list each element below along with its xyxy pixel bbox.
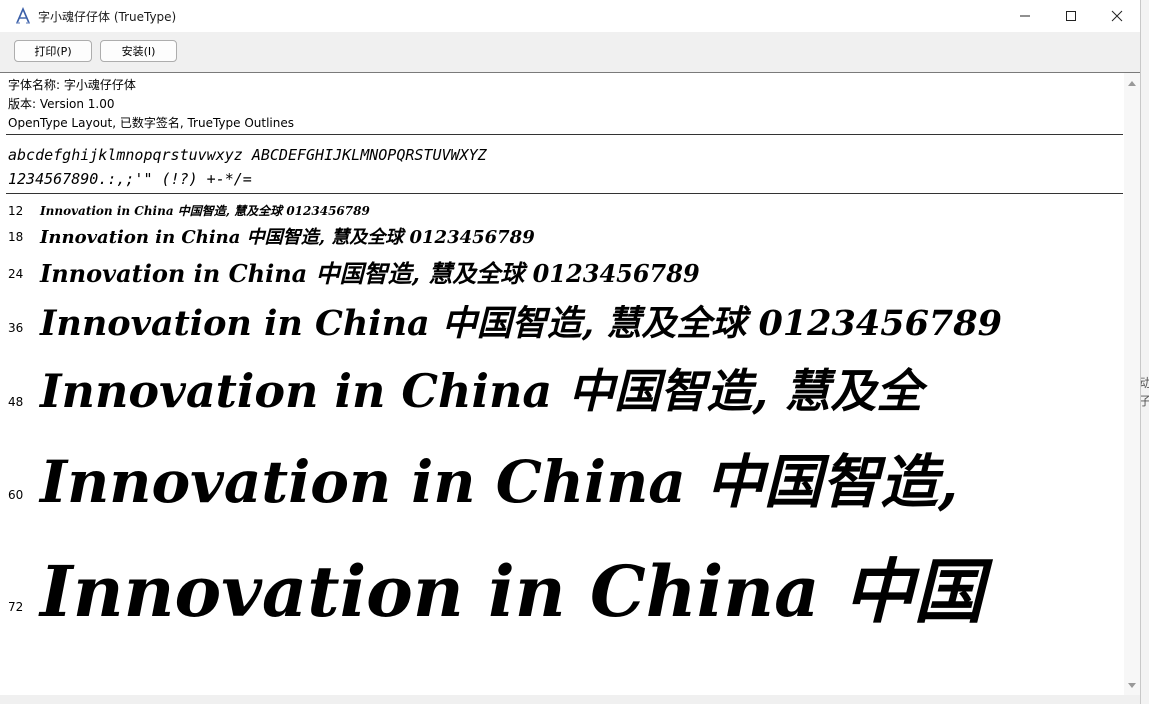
background-window-text: 动 — [1141, 376, 1149, 390]
window-bottom-edge — [0, 695, 1140, 704]
print-button[interactable]: 打印(P) — [14, 40, 92, 62]
divider — [6, 134, 1123, 135]
vertical-scrollbar[interactable] — [1124, 73, 1140, 695]
sample-text: Innovation in China 中国智造, 慧及全球 012345678… — [40, 259, 700, 288]
divider — [6, 193, 1123, 194]
sample-size-label: 72 — [8, 600, 24, 614]
font-preview-area: 字体名称: 字小魂仔仔体 版本: Version 1.00 OpenType L… — [0, 73, 1124, 695]
sample-size-label: 24 — [8, 267, 24, 281]
sample-size-label: 18 — [8, 230, 24, 244]
font-version-line: 版本: Version 1.00 — [8, 97, 115, 111]
title-bar[interactable]: 字小魂仔仔体 (TrueType) — [0, 0, 1140, 32]
sample-row: 12 Innovation in China 中国智造, 慧及全球 012345… — [0, 202, 1124, 220]
sample-text: Innovation in China 中国智造, 慧及全球 012345678… — [40, 303, 1002, 344]
scroll-up-arrow-icon[interactable] — [1128, 81, 1136, 86]
toolbar: 打印(P) 安装(I) — [0, 32, 1140, 73]
sample-text: Innovation in China 中国 — [40, 550, 984, 633]
minimize-button[interactable] — [1002, 0, 1048, 32]
maximize-icon — [1065, 7, 1077, 26]
close-icon — [1111, 7, 1123, 26]
font-name-line: 字体名称: 字小魂仔仔体 — [8, 78, 136, 92]
sample-text: Innovation in China 中国智造, — [40, 448, 959, 516]
background-window: 动 子 — [1141, 0, 1149, 704]
background-window-text: 子 — [1141, 394, 1149, 408]
sample-row: 48 Innovation in China 中国智造, 慧及全 — [0, 355, 1124, 425]
font-type-line: OpenType Layout, 已数字签名, TrueType Outline… — [8, 116, 295, 130]
sample-size-label: 36 — [8, 321, 24, 335]
sample-text: Innovation in China 中国智造, 慧及全球 012345678… — [40, 204, 370, 218]
scroll-down-arrow-icon[interactable] — [1128, 683, 1136, 688]
sample-row: 60 Innovation in China 中国智造, — [0, 435, 1124, 525]
window-title: 字小魂仔仔体 (TrueType) — [38, 10, 177, 24]
charset-letters: abcdefghijklmnopqrstuvwxyz ABCDEFGHIJKLM… — [8, 146, 487, 164]
sample-row: 24 Innovation in China 中国智造, 慧及全球 012345… — [0, 254, 1124, 288]
sample-size-label: 12 — [8, 204, 24, 218]
font-preview-window: 字小魂仔仔体 (TrueType) 打印(P) 安装(I) 字体名称: 字小魂仔… — [0, 0, 1141, 704]
sample-row: 36 Innovation in China 中国智造, 慧及全球 012345… — [0, 295, 1124, 345]
minimize-icon — [1019, 7, 1031, 26]
font-viewer-icon — [14, 6, 32, 25]
sample-size-label: 48 — [8, 395, 24, 409]
sample-text: Innovation in China 中国智造, 慧及全球 012345678… — [40, 227, 535, 248]
close-button[interactable] — [1094, 0, 1140, 32]
sample-row: 18 Innovation in China 中国智造, 慧及全球 012345… — [0, 223, 1124, 249]
charset-digits-symbols: 1234567890.:,;'" (!?) +-*/= — [8, 170, 252, 188]
maximize-button[interactable] — [1048, 0, 1094, 32]
sample-row: 72 Innovation in China 中国 — [0, 536, 1124, 646]
install-button[interactable]: 安装(I) — [100, 40, 177, 62]
sample-text: Innovation in China 中国智造, 慧及全 — [40, 364, 923, 418]
sample-size-label: 60 — [8, 488, 24, 502]
